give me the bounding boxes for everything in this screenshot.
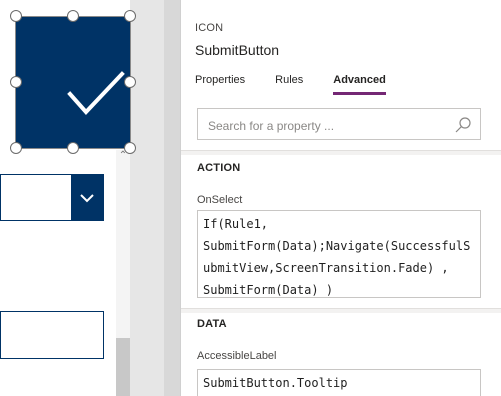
canvas-area[interactable]: ⌃ (0, 0, 180, 396)
tab-rules[interactable]: Rules (275, 74, 303, 96)
search-icon (455, 117, 471, 133)
resize-handle-bottom[interactable] (67, 142, 79, 154)
check-icon (67, 71, 125, 115)
property-label-onselect: OnSelect (197, 194, 243, 206)
section-title-action: ACTION (197, 162, 241, 174)
dropdown-control[interactable] (0, 174, 104, 221)
properties-panel: ICON SubmitButton Properties Rules Advan… (180, 0, 501, 396)
section-band (181, 151, 501, 155)
property-label-accessiblelabel: AccessibleLabel (197, 350, 277, 362)
control-name[interactable]: SubmitButton (195, 42, 279, 58)
resize-handle-top-left[interactable] (10, 10, 22, 22)
resize-handle-bottom-right[interactable] (124, 142, 136, 154)
dropdown-button[interactable] (71, 175, 103, 220)
resize-handle-left[interactable] (10, 76, 22, 88)
canvas-scrollbar[interactable] (164, 0, 180, 396)
resize-handle-right[interactable] (124, 76, 136, 88)
app-screen[interactable]: ⌃ (0, 0, 136, 396)
section-band (181, 309, 501, 313)
form-scrollbar-thumb[interactable] (116, 338, 130, 396)
resize-handle-top[interactable] (67, 10, 79, 22)
property-search-input[interactable]: Search for a property ... (197, 108, 481, 140)
panel-tabs: Properties Rules Advanced (195, 74, 416, 98)
resize-handle-top-right[interactable] (124, 10, 136, 22)
formula-box-accessiblelabel[interactable]: SubmitButton.Tooltip (197, 369, 481, 396)
text-input-control[interactable] (0, 311, 104, 359)
formula-box-onselect[interactable]: If(Rule1, SubmitForm(Data);Navigate(Succ… (197, 210, 481, 298)
resize-handle-bottom-left[interactable] (10, 142, 22, 154)
chevron-down-icon (80, 193, 94, 202)
search-placeholder: Search for a property ... (208, 119, 335, 133)
tab-advanced[interactable]: Advanced (333, 74, 386, 96)
tab-properties[interactable]: Properties (195, 74, 245, 96)
control-type-label: ICON (195, 22, 224, 34)
submit-button-icon-control[interactable] (16, 16, 130, 148)
section-title-data: DATA (197, 318, 227, 330)
